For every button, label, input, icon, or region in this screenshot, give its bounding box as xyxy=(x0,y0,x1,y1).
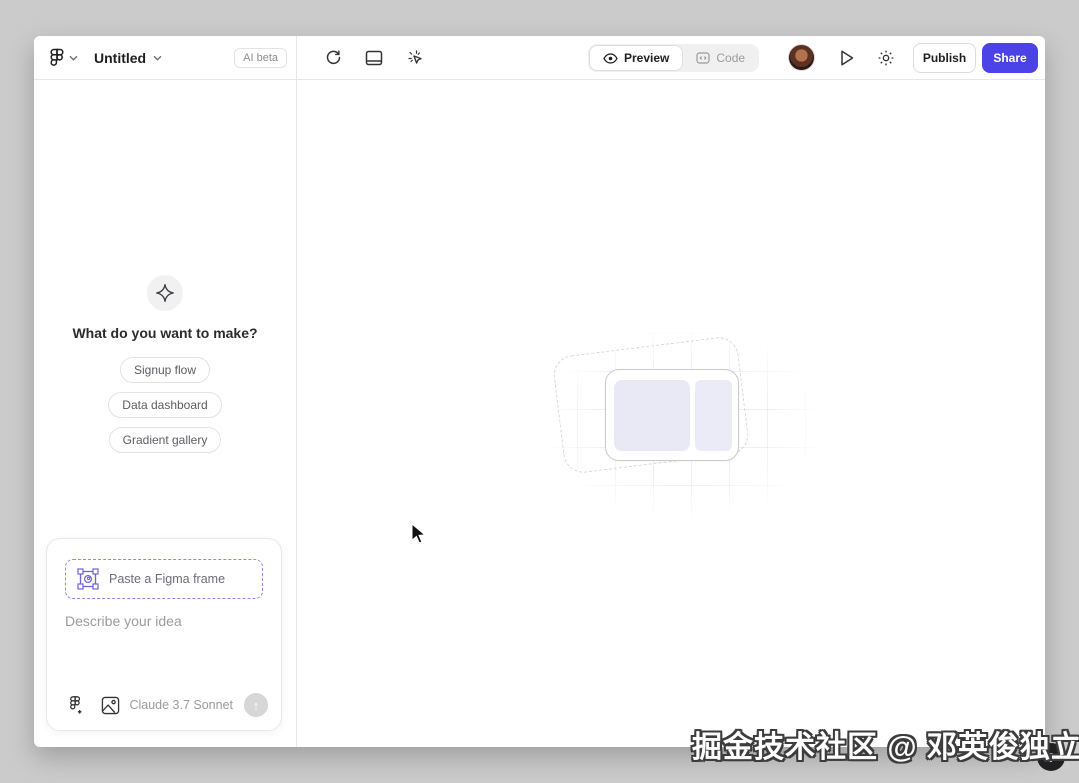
attach-image-icon[interactable] xyxy=(99,694,121,716)
prompt-composer: Paste a Figma frame Describe your idea xyxy=(46,538,282,731)
wireframe-block-right xyxy=(695,380,732,451)
tab-preview[interactable]: Preview xyxy=(589,45,683,71)
sparkle-make-icon xyxy=(147,275,183,311)
attach-figma-icon[interactable] xyxy=(65,694,87,716)
wireframe-block-left xyxy=(614,380,690,451)
arrow-up-icon: ↑ xyxy=(253,698,260,713)
chevron-down-icon xyxy=(153,55,162,61)
wireframe-card xyxy=(605,369,739,461)
ai-cursor-button[interactable] xyxy=(403,46,427,70)
help-label: ? xyxy=(1047,750,1055,765)
frame-selection-icon xyxy=(76,567,100,591)
chip-data-dashboard[interactable]: Data dashboard xyxy=(108,392,221,418)
publish-button[interactable]: Publish xyxy=(913,43,976,73)
file-title: Untitled xyxy=(94,50,146,66)
share-button[interactable]: Share xyxy=(982,43,1038,73)
top-toolbar: Untitled AI beta xyxy=(34,36,1045,80)
device-preview-button[interactable] xyxy=(362,46,386,70)
settings-gear-icon[interactable] xyxy=(874,46,898,70)
help-button[interactable]: ? xyxy=(1037,743,1065,771)
desktop: { "header": { "file_name": "Untitled", "… xyxy=(0,0,1079,783)
paste-frame-label: Paste a Figma frame xyxy=(109,572,225,586)
suggestion-chips: Signup flow Data dashboard Gradient gall… xyxy=(34,357,296,453)
model-selector[interactable]: Claude 3.7 Sonnet xyxy=(129,698,233,712)
tab-code-label: Code xyxy=(716,51,745,65)
sidebar: What do you want to make? Signup flow Da… xyxy=(34,80,297,747)
file-title-menu[interactable]: Untitled xyxy=(94,50,162,66)
figma-menu-button[interactable] xyxy=(50,48,78,68)
view-mode-toggle: Preview Code xyxy=(588,44,759,72)
idea-textarea[interactable]: Describe your idea xyxy=(65,613,267,693)
chip-signup-flow[interactable]: Signup flow xyxy=(120,357,210,383)
code-icon xyxy=(696,52,710,64)
tab-code[interactable]: Code xyxy=(683,45,758,71)
composer-footer: Claude 3.7 Sonnet ↑ xyxy=(65,692,268,718)
header-file-section: Untitled AI beta xyxy=(34,36,297,79)
make-hero: What do you want to make? Signup flow Da… xyxy=(34,275,296,453)
chevron-down-icon xyxy=(69,55,78,61)
canvas-tools xyxy=(297,36,427,79)
header-actions: Publish Share xyxy=(788,36,1038,79)
refresh-button[interactable] xyxy=(321,46,345,70)
chip-gradient-gallery[interactable]: Gradient gallery xyxy=(109,427,222,453)
preview-canvas[interactable] xyxy=(298,81,1045,747)
play-button[interactable] xyxy=(835,46,859,70)
ai-beta-badge: AI beta xyxy=(234,48,287,68)
tab-preview-label: Preview xyxy=(624,51,669,65)
eye-icon xyxy=(603,53,618,64)
paste-figma-frame-button[interactable]: Paste a Figma frame xyxy=(65,559,263,599)
send-button[interactable]: ↑ xyxy=(244,693,268,717)
figma-logo-icon xyxy=(50,48,64,68)
hero-heading: What do you want to make? xyxy=(72,325,257,341)
app-window: Untitled AI beta xyxy=(34,36,1045,747)
user-avatar[interactable] xyxy=(788,44,815,71)
